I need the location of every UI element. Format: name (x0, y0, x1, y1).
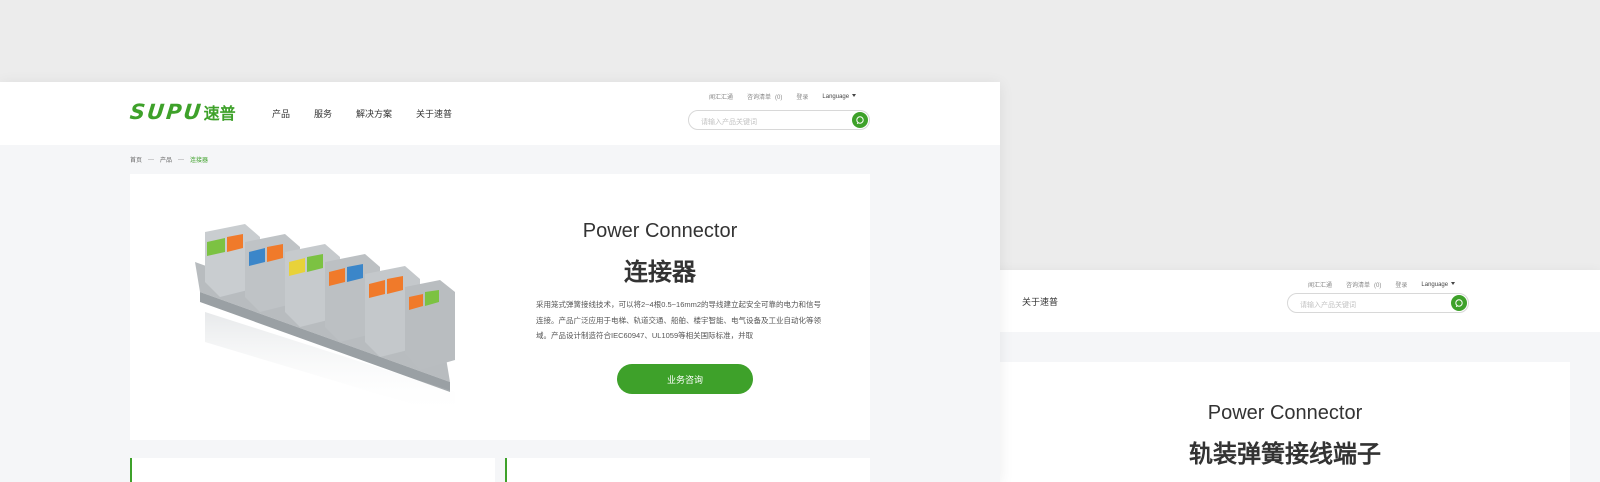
supu-logo[interactable]: SUPU 速普 (128, 100, 236, 124)
product-title-en: Power Connector (1207, 402, 1363, 424)
breadcrumb-separator: — (178, 156, 185, 163)
feature-card (505, 458, 870, 482)
utility-link-inquiry[interactable]: 咨询清单 (0) (747, 92, 782, 101)
utility-link-news[interactable]: 闻汇汇通 (709, 92, 733, 101)
language-selector[interactable]: Language (1421, 281, 1456, 288)
search-input[interactable] (701, 113, 841, 132)
breadcrumb-products[interactable]: 产品 (160, 155, 172, 164)
utility-links: 闻汇汇通 咨询清单 (0) 登录 Language (709, 92, 857, 101)
product-title-en: Power Connector (582, 220, 738, 242)
product-description: 采用笼式弹簧接线技术，可以将2~4根0.5~16mm2的导线建立起安全可靠的电力… (536, 300, 822, 340)
logo-cn-text: 速普 (203, 104, 236, 123)
header: 关于速普 闻汇汇通 咨询清单 (0) 登录 Language (900, 270, 1600, 332)
breadcrumb: 首页 — 产品 — 连接器 (130, 155, 209, 165)
terminal-block-product-image (195, 224, 455, 417)
nav-item-services[interactable]: 服务 (314, 107, 332, 120)
product-hero-card: Power Connector 连接器 采用笼式弹簧接线技术，可以将2~4根0.… (130, 174, 870, 440)
nav-item-about[interactable]: 关于速普 (1022, 270, 1058, 332)
inquiry-label: 咨询清单 (1346, 283, 1371, 289)
product-title-cn: 连接器 (624, 258, 696, 286)
main-page-preview: SUPU 速普 产品 服务 解决方案 关于速普 闻汇汇通 咨询清单 (0) 登录 … (0, 82, 1000, 482)
feature-card (130, 458, 495, 482)
inquiry-label: 咨询清单 (747, 95, 772, 101)
utility-link-news[interactable]: 闻汇汇通 (1308, 280, 1332, 289)
language-label: Language (822, 93, 850, 100)
main-nav: 产品 服务 解决方案 关于速普 (272, 82, 476, 145)
utility-link-login[interactable]: 登录 (796, 92, 808, 101)
language-label: Language (1421, 281, 1449, 288)
nav-item-products[interactable]: 产品 (272, 107, 290, 120)
search-bar (688, 110, 870, 132)
caret-down-icon (1451, 282, 1456, 286)
search-bar (1287, 293, 1469, 315)
breadcrumb-separator: — (148, 156, 155, 163)
utility-links: 闻汇汇通 咨询清单 (0) 登录 Language (1308, 280, 1456, 289)
search-icon (1455, 299, 1463, 308)
search-button[interactable] (1451, 295, 1467, 311)
search-icon (856, 116, 864, 125)
product-hero-card: Power Connector 轨装弹簧接线端子 (1000, 362, 1570, 482)
utility-link-inquiry[interactable]: 咨询清单 (0) (1346, 280, 1381, 289)
nav-item-about[interactable]: 关于速普 (416, 107, 452, 120)
inquiry-count: (0) (1374, 283, 1382, 289)
caret-down-icon (852, 94, 857, 98)
secondary-page-preview: 关于速普 闻汇汇通 咨询清单(0) 登录 Language Power Conn… (900, 270, 1600, 482)
search-button[interactable] (852, 112, 868, 128)
product-title-cn: 轨装弹簧接线端子 (1189, 440, 1381, 468)
breadcrumb-current: 连接器 (190, 158, 209, 164)
language-selector[interactable]: Language (822, 93, 857, 100)
header: SUPU 速普 产品 服务 解决方案 关于速普 闻汇汇通 咨询清单 (0) 登录 … (0, 82, 1000, 145)
consult-button[interactable]: 业务咨询 (617, 364, 753, 394)
search-input[interactable] (1300, 296, 1440, 315)
breadcrumb-home[interactable]: 首页 (130, 155, 142, 164)
utility-link-login[interactable]: 登录 (1395, 280, 1407, 289)
nav-item-solutions[interactable]: 解决方案 (356, 107, 392, 120)
inquiry-count: (0) (775, 95, 783, 101)
logo-latin-text: SUPU (128, 100, 204, 124)
